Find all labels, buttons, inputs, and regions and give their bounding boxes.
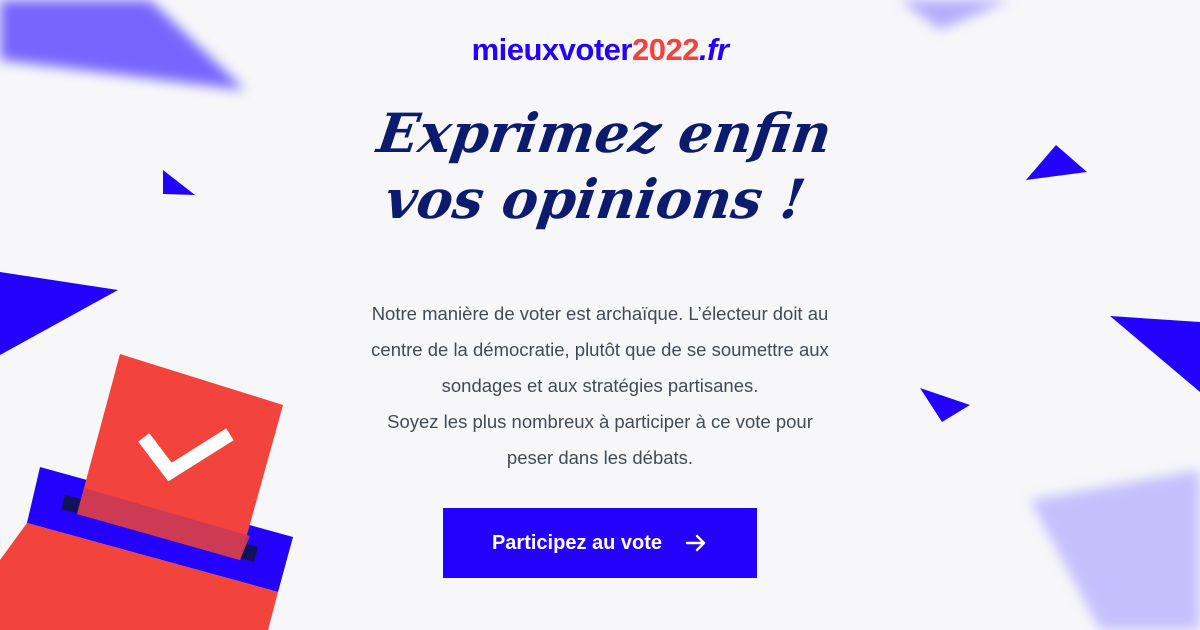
triangle-right-small [920, 388, 970, 422]
ballot-box-illustration [0, 354, 293, 630]
arrow-right-icon [684, 531, 708, 555]
logo-text-part3: .fr [698, 32, 729, 67]
headline: Exprimez enfin vos opinions ! [0, 100, 1200, 232]
blurred-shape-bottom-right [1030, 470, 1200, 630]
logo-text-part2: 2022 [631, 32, 699, 67]
triangle-left-large [0, 272, 118, 355]
triangle-right-large [1110, 316, 1200, 392]
description-line: sondages et aux stratégies partisanes. [441, 375, 759, 396]
logo-text-part1: mieuxvoter [471, 32, 633, 67]
description-line: Notre manière de voter est archaïque. L’… [371, 303, 829, 324]
description-paragraph: Notre manière de voter est archaïque. L’… [300, 296, 900, 476]
participate-button[interactable]: Participez au vote [443, 508, 757, 578]
headline-line-2: vos opinions ! [381, 167, 810, 231]
participate-button-label: Participez au vote [491, 531, 663, 554]
headline-line-1: Exprimez enfin [373, 101, 836, 165]
description-line: centre de la démocratie, plutôt que de s… [371, 339, 829, 360]
description-line: peser dans les débats. [506, 447, 694, 468]
description-line: Soyez les plus nombreux à participer à c… [387, 411, 813, 432]
site-logo[interactable]: mieuxvoter2022.fr [0, 32, 1200, 68]
blurred-triangle-top-right [900, 0, 1010, 30]
